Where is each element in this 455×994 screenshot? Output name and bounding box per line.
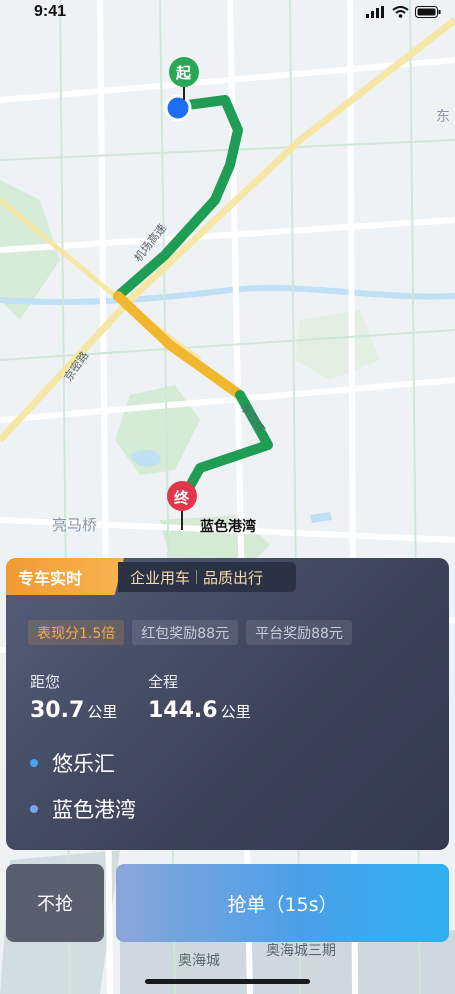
map-label-aohaicheng2: 奥海城三期 (266, 943, 336, 959)
destination-row: 蓝色港湾 (30, 794, 136, 824)
map-label-aohaicheng: 奥海城 (178, 953, 220, 969)
wifi-icon (392, 6, 409, 18)
start-marker-label: 起 (176, 64, 192, 82)
skip-button[interactable]: 不抢 (6, 864, 104, 942)
status-icons (366, 6, 441, 18)
total-distance-label: 全程 (148, 673, 179, 691)
distance-to-you-unit: 公里 (87, 703, 118, 721)
home-indicator (145, 979, 310, 984)
origin-row: 悠乐汇 (30, 748, 115, 778)
map-label-liangmaqiao: 亮马桥 (52, 516, 98, 534)
badge-redpacket: 红包奖励88元 (132, 620, 239, 645)
status-time: 9:41 (34, 3, 67, 20)
destination-name: 蓝色港湾 (52, 798, 136, 822)
distance-to-you-value: 30.7 (30, 698, 85, 723)
map-label-dong: 东 (436, 109, 450, 125)
badge-performance: 表现分1.5倍 (28, 620, 125, 645)
total-distance: 全程 144.6 公里 (148, 671, 251, 723)
current-location-icon (164, 94, 192, 122)
tab-quality[interactable]: 品质出行 (203, 567, 263, 588)
tab-enterprise[interactable]: 企业用车 (130, 567, 190, 588)
battery-icon (415, 6, 441, 18)
signal-icon (366, 6, 384, 18)
order-tabs: 专车实时 企业用车 品质出行 (6, 558, 449, 595)
reward-badges: 表现分1.5倍 红包奖励88元 平台奖励88元 (28, 620, 352, 645)
origin-name: 悠乐汇 (52, 752, 115, 776)
order-card: 专车实时 企业用车 品质出行 表现分1.5倍 红包奖励88元 平台奖励88元 距… (6, 558, 449, 850)
total-distance-value: 144.6 (148, 698, 218, 723)
destination-map-label: 蓝色港湾 (200, 519, 256, 535)
tab-separator (196, 570, 198, 584)
destination-dot-icon (30, 805, 38, 813)
distance-to-you: 距您 30.7 公里 (30, 671, 117, 723)
tab-realtime[interactable]: 专车实时 (6, 558, 124, 595)
total-distance-unit: 公里 (220, 703, 251, 721)
status-bar: 9:41 (0, 0, 455, 26)
origin-dot-icon (30, 759, 38, 767)
tab-group: 企业用车 品质出行 (118, 562, 296, 592)
badge-platform: 平台奖励88元 (246, 620, 352, 645)
grab-order-button[interactable]: 抢单（15s） (116, 864, 449, 942)
distance-to-you-label: 距您 (30, 673, 61, 691)
end-marker-label: 终 (174, 489, 190, 507)
